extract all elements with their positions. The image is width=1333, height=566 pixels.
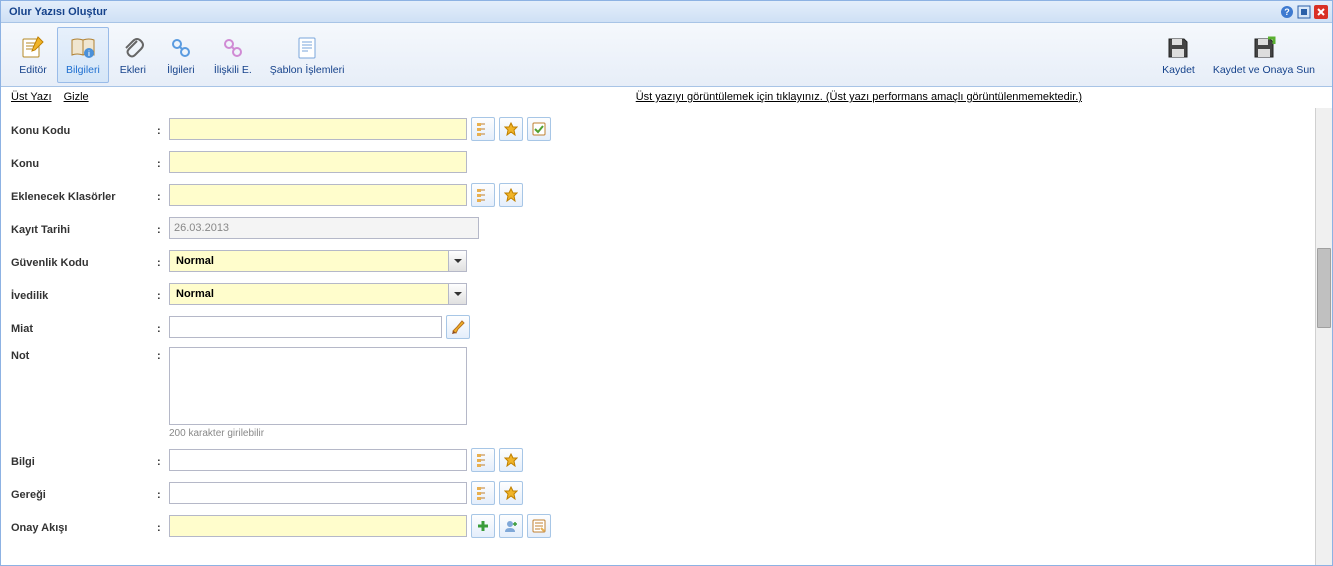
document-template-icon (296, 34, 318, 62)
kaydet-onaya-button[interactable]: Kaydet ve Onaya Sun (1204, 27, 1324, 83)
iliskili-button[interactable]: İlişkili E. (205, 27, 261, 83)
row-guvenlik: Güvenlik Kodu : (11, 248, 1305, 274)
ekleri-button[interactable]: Ekleri (109, 27, 157, 83)
edit-list-button[interactable] (527, 514, 551, 538)
label-eklenecek: Eklenecek Klasörler (11, 188, 157, 203)
input-onay-akisi[interactable] (169, 515, 467, 537)
label-miat: Miat (11, 320, 157, 335)
link-icon (169, 34, 193, 62)
select-guvenlik-value[interactable] (170, 251, 448, 271)
window-frame: Olur Yazısı Oluştur ? Editör i Bilgileri (0, 0, 1333, 566)
save-submit-icon (1252, 34, 1276, 62)
titlebar: Olur Yazısı Oluştur ? (1, 1, 1332, 23)
pencil-note-icon (20, 34, 46, 62)
input-miat[interactable] (169, 316, 442, 338)
favorite-button[interactable] (499, 481, 523, 505)
bilgileri-button[interactable]: i Bilgileri (57, 27, 109, 83)
gizle-link[interactable]: Gizle (64, 91, 89, 103)
select-ivedilik[interactable] (169, 283, 467, 305)
preview-hint-link[interactable]: Üst yazıyı görüntülemek için tıklayınız.… (636, 91, 1082, 103)
editor-label: Editör (19, 64, 46, 76)
textarea-not[interactable] (169, 347, 467, 425)
input-eklenecek[interactable] (169, 184, 467, 206)
close-icon[interactable] (1313, 4, 1328, 19)
row-onay-akisi: Onay Akışı : (11, 513, 1305, 539)
open-book-icon: i (69, 34, 97, 62)
check-button[interactable] (527, 117, 551, 141)
scrollbar-thumb[interactable] (1317, 248, 1331, 328)
row-eklenecek: Eklenecek Klasörler : (11, 182, 1305, 208)
row-ivedilik: İvedilik : (11, 281, 1305, 307)
add-user-button[interactable] (499, 514, 523, 538)
label-ivedilik: İvedilik (11, 287, 157, 302)
select-guvenlik[interactable] (169, 250, 467, 272)
svg-text:i: i (88, 51, 90, 58)
input-bilgi[interactable] (169, 449, 467, 471)
row-konu-kodu: Konu Kodu : (11, 116, 1305, 142)
clear-brush-button[interactable] (446, 315, 470, 339)
select-ivedilik-value[interactable] (170, 284, 448, 304)
chevron-down-icon[interactable] (448, 251, 466, 271)
row-geregi: Gereği : (11, 480, 1305, 506)
label-kayit-tarihi: Kayıt Tarihi (11, 221, 157, 236)
iliskili-label: İlişkili E. (214, 64, 252, 76)
label-konu: Konu (11, 155, 157, 170)
paperclip-icon (121, 34, 145, 62)
ilgileri-button[interactable]: İlgileri (157, 27, 205, 83)
editor-button[interactable]: Editör (9, 27, 57, 83)
help-icon[interactable]: ? (1279, 4, 1294, 19)
ilgileri-label: İlgileri (167, 64, 194, 76)
row-not: Not : (11, 347, 1305, 425)
label-guvenlik: Güvenlik Kodu (11, 254, 157, 269)
input-konu-kodu[interactable] (169, 118, 467, 140)
vertical-scrollbar[interactable] (1315, 108, 1332, 565)
window-title: Olur Yazısı Oluştur (9, 6, 1279, 18)
label-onay-akisi: Onay Akışı (11, 519, 157, 534)
save-icon (1166, 34, 1190, 62)
label-geregi: Gereği (11, 486, 157, 501)
add-button[interactable] (471, 514, 495, 538)
sub-link-bar: Üst Yazı Gizle Üst yazıyı görüntülemek i… (1, 87, 1332, 108)
favorite-button[interactable] (499, 183, 523, 207)
tree-browse-button[interactable] (471, 481, 495, 505)
ust-yazi-link[interactable]: Üst Yazı (11, 91, 52, 103)
sablon-button[interactable]: Şablon İşlemleri (261, 27, 354, 83)
form-area: Konu Kodu : Konu : (1, 108, 1315, 565)
row-konu: Konu : (11, 149, 1305, 175)
label-not: Not (11, 347, 157, 362)
label-bilgi: Bilgi (11, 453, 157, 468)
not-hint: 200 karakter girilebilir (169, 428, 1305, 439)
tree-browse-button[interactable] (471, 448, 495, 472)
kaydet-label: Kaydet (1162, 64, 1195, 76)
bilgileri-label: Bilgileri (66, 64, 100, 76)
input-kayit-tarihi (169, 217, 479, 239)
titlebar-controls: ? (1279, 4, 1328, 19)
tree-browse-button[interactable] (471, 117, 495, 141)
chevron-down-icon[interactable] (448, 284, 466, 304)
toolbar: Editör i Bilgileri Ekleri İlgileri İlişk… (1, 23, 1332, 87)
tree-browse-button[interactable] (471, 183, 495, 207)
favorite-button[interactable] (499, 448, 523, 472)
minimize-restore-icon[interactable] (1296, 4, 1311, 19)
row-bilgi: Bilgi : (11, 447, 1305, 473)
input-konu[interactable] (169, 151, 467, 173)
kaydet-button[interactable]: Kaydet (1153, 27, 1204, 83)
svg-text:?: ? (1284, 7, 1290, 17)
sablon-label: Şablon İşlemleri (270, 64, 345, 76)
link-chain-icon (221, 34, 245, 62)
kaydet-onaya-label: Kaydet ve Onaya Sun (1213, 64, 1315, 76)
row-miat: Miat : (11, 314, 1305, 340)
input-geregi[interactable] (169, 482, 467, 504)
ekleri-label: Ekleri (120, 64, 146, 76)
row-kayit-tarihi: Kayıt Tarihi : (11, 215, 1305, 241)
content-area: Konu Kodu : Konu : (1, 108, 1332, 565)
label-konu-kodu: Konu Kodu (11, 122, 157, 137)
favorite-button[interactable] (499, 117, 523, 141)
